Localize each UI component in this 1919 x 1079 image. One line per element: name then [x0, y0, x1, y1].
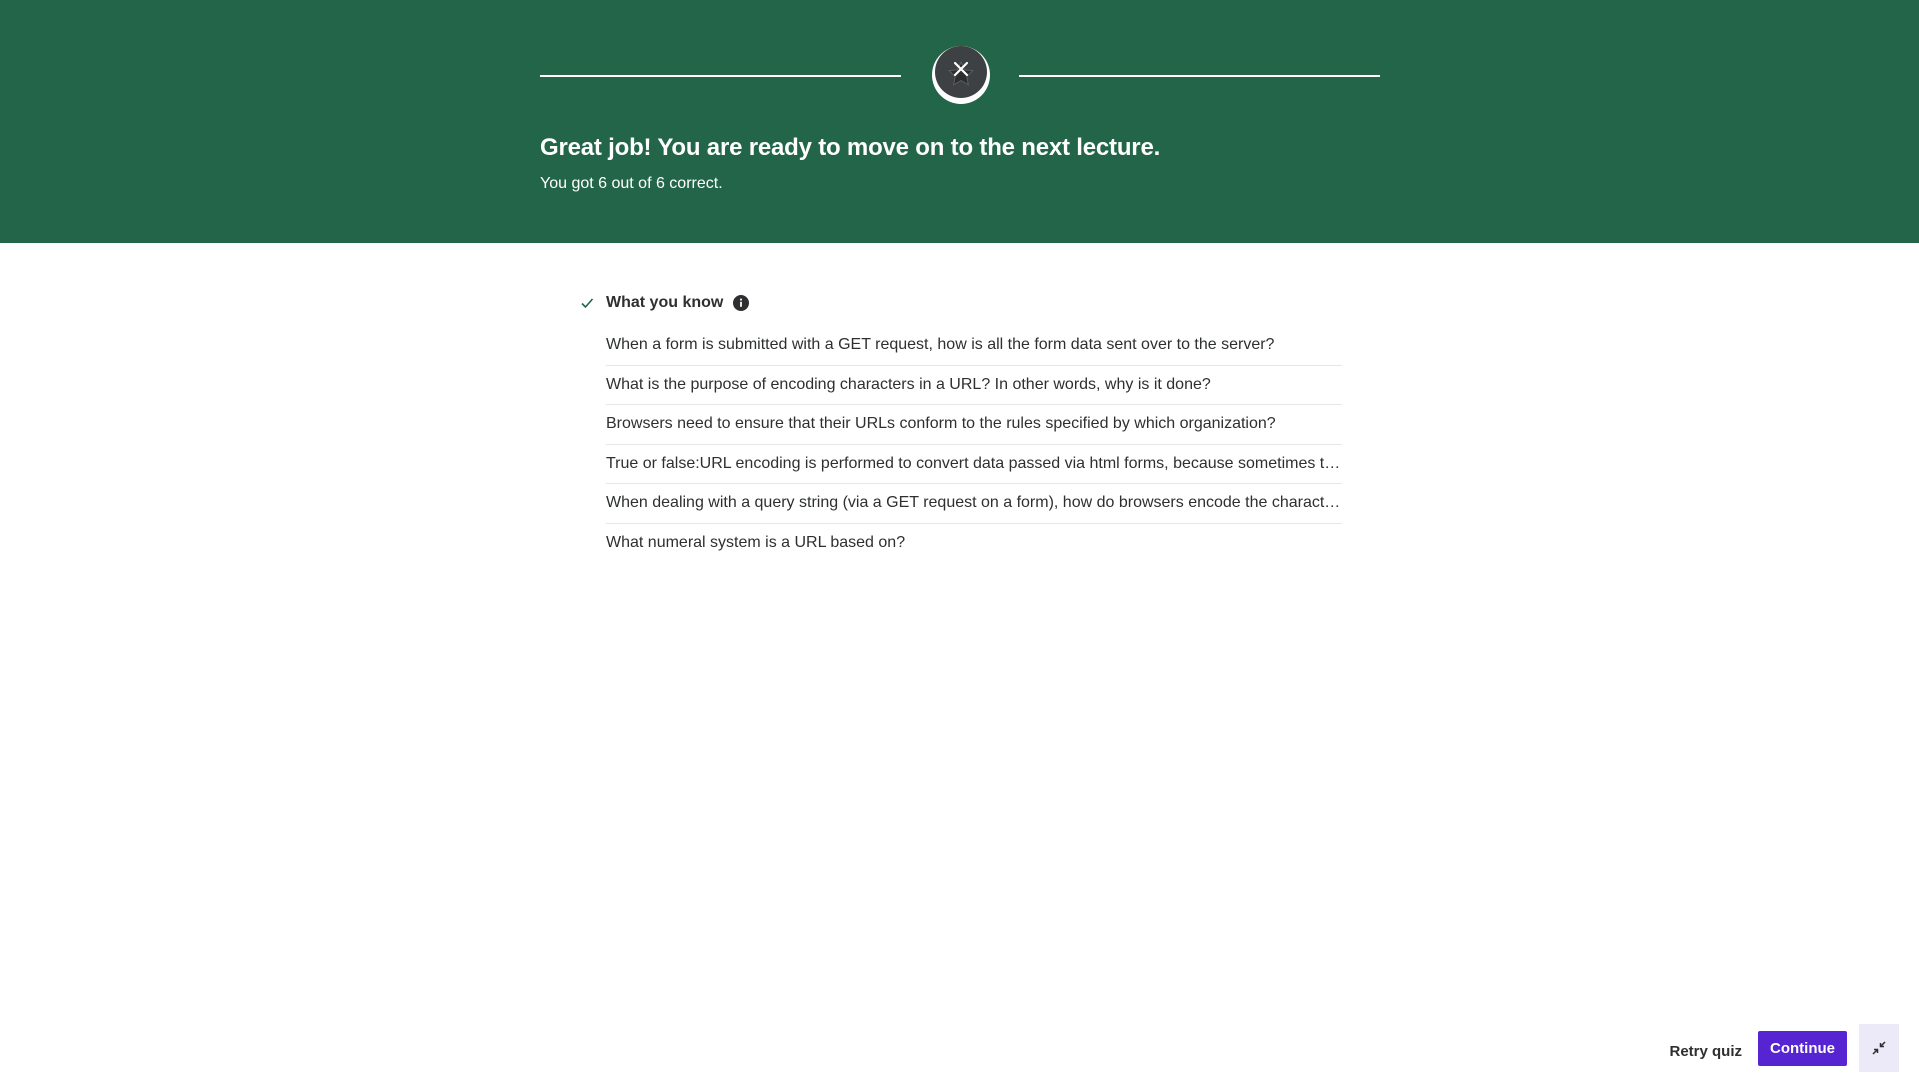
result-title: Great job! You are ready to move on to t… [540, 134, 1161, 161]
close-button[interactable] [937, 48, 985, 90]
question-item[interactable]: When dealing with a query string (via a … [606, 484, 1342, 524]
question-text: When a form is submitted with a GET requ… [606, 336, 1275, 354]
section-title: What you know [606, 294, 724, 311]
question-item[interactable]: Browsers need to ensure that their URLs … [606, 405, 1342, 445]
question-text: Browsers need to ensure that their URLs … [606, 415, 1276, 433]
banner-divider-right [1019, 75, 1380, 77]
question-list: When a form is submitted with a GET requ… [580, 326, 1342, 563]
retry-quiz-button[interactable]: Retry quiz [1669, 1044, 1742, 1060]
close-icon [953, 61, 969, 77]
banner-divider-left [540, 75, 901, 77]
question-text: What is the purpose of encoding characte… [606, 375, 1211, 393]
question-item[interactable]: When a form is submitted with a GET requ… [606, 326, 1342, 366]
quiz-footer: Retry quiz Continue [1669, 1024, 1899, 1079]
section-header: What you know [580, 290, 1342, 316]
check-icon [580, 295, 596, 311]
info-icon[interactable] [733, 295, 750, 311]
results-banner: Great job! You are ready to move on to t… [0, 0, 1919, 243]
question-item[interactable]: What is the purpose of encoding characte… [606, 366, 1342, 405]
score-summary: You got 6 out of 6 correct. [540, 175, 723, 192]
collapse-icon [1872, 1041, 1886, 1055]
question-text: What numeral system is a URL based on? [606, 534, 906, 552]
continue-button[interactable]: Continue [1758, 1031, 1847, 1066]
question-text: When dealing with a query string (via a … [606, 494, 1342, 512]
collapse-button[interactable] [1859, 1024, 1899, 1072]
question-text: True or false:URL encoding is performed … [606, 454, 1341, 472]
question-item[interactable]: What numeral system is a URL based on? [606, 524, 1342, 564]
question-item[interactable]: True or false:URL encoding is performed … [606, 445, 1342, 484]
what-you-know-section: What you know When a form is submitted w… [580, 290, 1342, 563]
